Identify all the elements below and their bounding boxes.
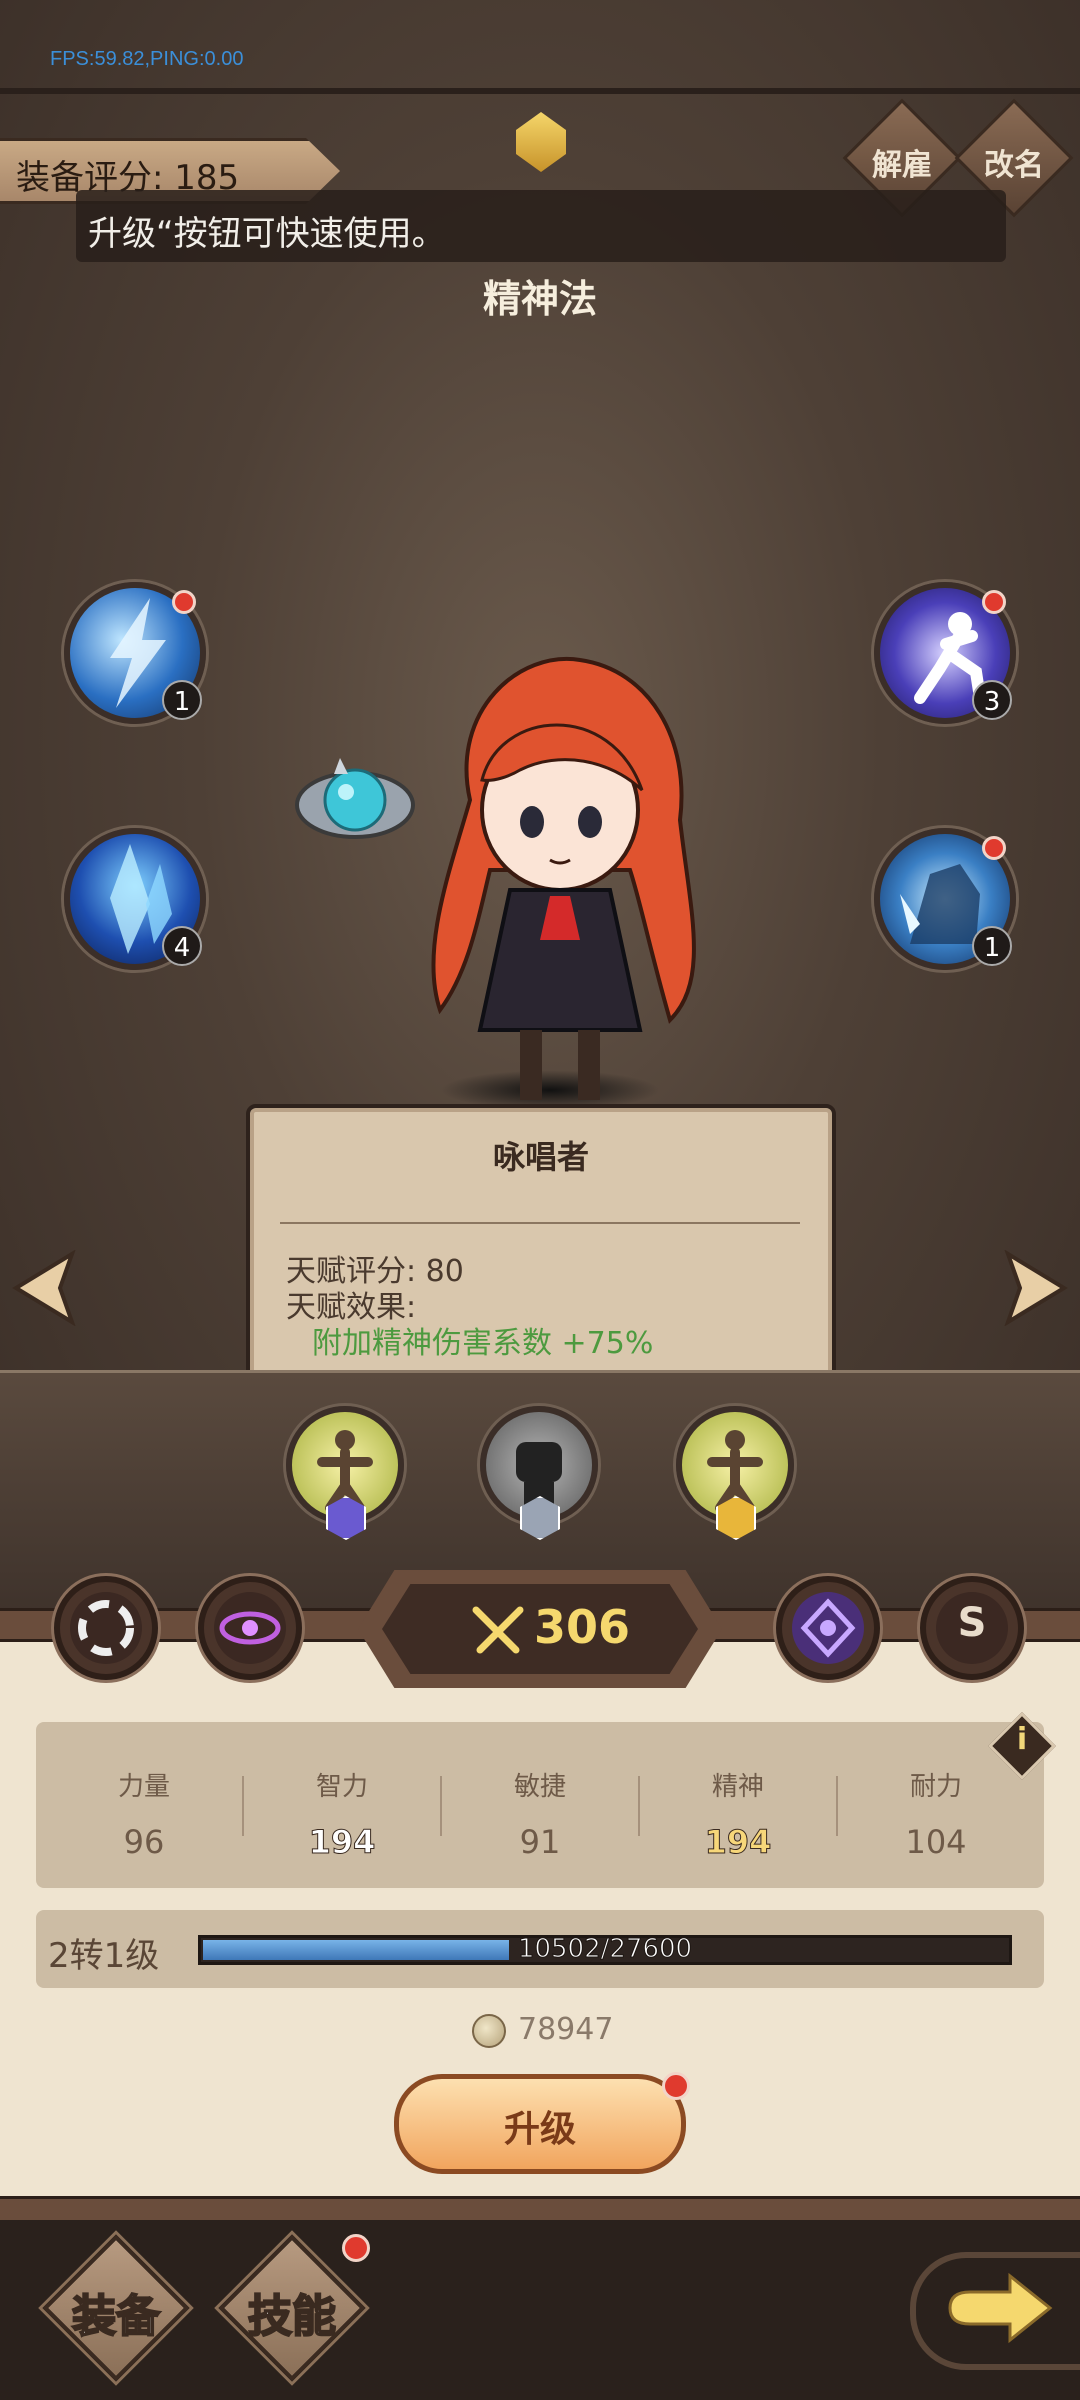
rune-tab-button[interactable] <box>776 1576 880 1680</box>
mage-character-icon <box>431 656 696 1100</box>
xp-text: 10502/27600 <box>517 1934 693 1965</box>
back-button[interactable] <box>910 2252 1080 2370</box>
skill-slot-ice-shard[interactable]: 4 <box>64 828 206 970</box>
stat-label: 力量 <box>117 1772 170 1802</box>
dismiss-label: 解雇 <box>872 148 932 183</box>
class-title: 精神法 <box>482 277 597 321</box>
rename-label: 改名 <box>984 148 1044 183</box>
stat-value: 194 <box>308 1823 376 1862</box>
skill-slot-dash[interactable]: 3 <box>874 582 1016 724</box>
eye-tab-button[interactable] <box>198 1576 302 1680</box>
eye-icon <box>219 1611 281 1645</box>
sigil-icon <box>800 1598 856 1658</box>
stat-label: 智力 <box>315 1772 368 1802</box>
crossed-swords-icon <box>472 1606 524 1654</box>
stat-intelligence: 智力 194 <box>272 1766 412 1862</box>
stat-stamina: 耐力 104 <box>866 1766 1006 1861</box>
stat-label: 耐力 <box>909 1772 962 1802</box>
talent-effect-text: 附加精神伤害系数 +75% <box>312 1326 654 1361</box>
tip-text: 升级“按钮可快速使用。 <box>88 214 446 254</box>
skill-alert-dot <box>982 590 1006 614</box>
fps-readout: FPS:59.82,PING:0.00 <box>50 48 244 70</box>
skill-level-badge: 4 <box>162 926 202 966</box>
swirl-tab-button[interactable] <box>54 1576 158 1680</box>
skill-alert-dot <box>982 836 1006 860</box>
skill-level-badge: 1 <box>972 926 1012 966</box>
bottom-divider <box>0 2196 1080 2220</box>
equip-nav-label: 装备 <box>71 2290 161 2343</box>
skill-level-badge: 1 <box>162 680 202 720</box>
skill-slot-frost-beast[interactable]: 1 <box>874 828 1016 970</box>
skill-nav-label: 技能 <box>247 2290 337 2343</box>
stat-spirit: 精神 194 <box>668 1766 808 1862</box>
floating-orb-icon <box>295 758 415 839</box>
swirl-icon <box>78 1600 134 1656</box>
s-tab-label: S <box>957 1600 987 1646</box>
stat-label: 精神 <box>711 1772 764 1802</box>
rune-slot-2[interactable] <box>480 1406 598 1540</box>
currency-amount: 78947 <box>518 2012 614 2047</box>
stat-value: 194 <box>704 1823 772 1862</box>
rune-slot-1[interactable] <box>286 1406 404 1540</box>
next-hero-arrow[interactable] <box>1004 1250 1068 1326</box>
skill-nav-alert-dot <box>342 2234 370 2262</box>
combat-power-value: 306 <box>534 1600 631 1654</box>
back-arrow-icon <box>948 2272 1053 2344</box>
coin-icon <box>472 2014 506 2048</box>
skill-alert-dot <box>172 590 196 614</box>
info-icon: i <box>1016 1722 1028 1757</box>
level-label: 2转1级 <box>48 1936 160 1976</box>
rune-slot-3[interactable] <box>676 1406 794 1540</box>
stat-label: 敏捷 <box>513 1772 566 1802</box>
talent-name: 咏唱者 <box>492 1138 589 1176</box>
upgrade-label: 升级 <box>503 2109 576 2150</box>
stat-strength: 力量 96 <box>74 1766 214 1861</box>
stat-value: 96 <box>123 1823 165 1861</box>
upgrade-alert-dot <box>662 2072 690 2100</box>
stat-value: 104 <box>905 1823 967 1861</box>
talent-divider <box>280 1222 800 1224</box>
skill-slot-lightning[interactable]: 1 <box>64 582 206 724</box>
stat-value: 91 <box>519 1823 561 1861</box>
s-tab-button[interactable]: S <box>920 1576 1024 1680</box>
stat-agility: 敏捷 91 <box>470 1766 610 1861</box>
prev-hero-arrow[interactable] <box>12 1250 76 1326</box>
skill-level-badge: 3 <box>972 680 1012 720</box>
